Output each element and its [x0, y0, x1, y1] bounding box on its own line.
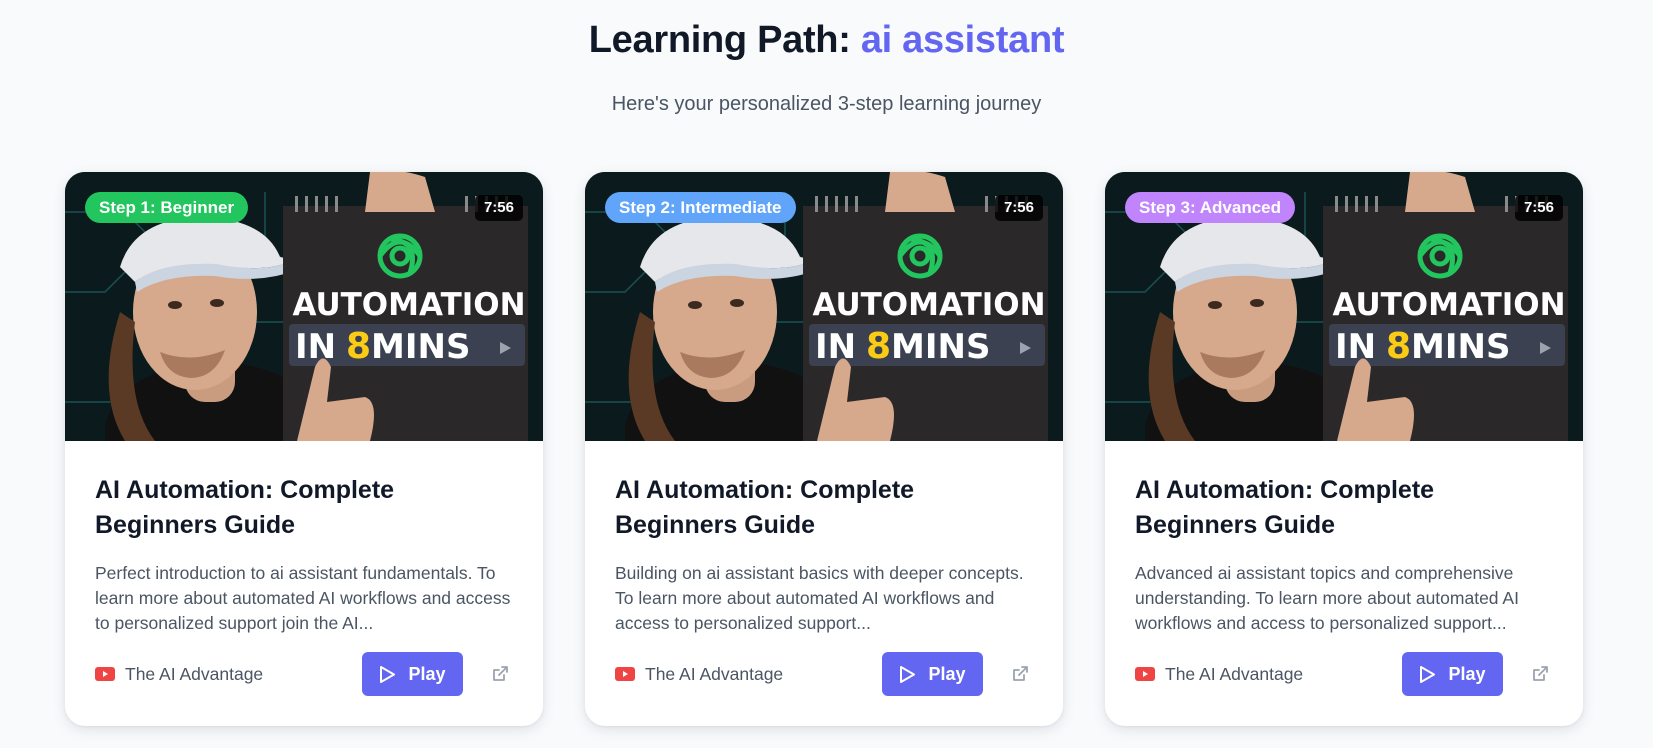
card-footer: The AI Advantage Play	[615, 652, 1033, 696]
play-button[interactable]: Play	[362, 652, 463, 696]
thumbnail-text-number: 8	[866, 326, 891, 367]
thumbnail-text-in: IN	[815, 327, 856, 367]
video-thumbnail[interactable]: AUTOMATION IN 8 MINS Step 1: Beginner 7:…	[65, 172, 543, 441]
video-thumbnail[interactable]: AUTOMATION IN 8 MINS Step 3: Advanced 7:…	[1105, 172, 1583, 441]
play-button-label: Play	[408, 663, 446, 684]
channel-name: The AI Advantage	[1165, 663, 1304, 684]
step-badge: Step 2: Intermediate	[605, 192, 796, 223]
thumbnail-text-line1: AUTOMATION	[292, 287, 525, 323]
page-title: Learning Path: ai assistant	[0, 18, 1653, 62]
external-link-glyph	[493, 666, 508, 681]
play-icon	[900, 665, 916, 683]
video-title: AI Automation: Complete Beginners Guide	[1135, 476, 1435, 539]
video-card-step-3: AUTOMATION IN 8 MINS Step 3: Advanced 7:…	[1105, 172, 1583, 726]
video-thumbnail[interactable]: AUTOMATION IN 8 MINS Step 2: Intermediat…	[585, 172, 1063, 441]
video-title: AI Automation: Complete Beginners Guide	[95, 476, 395, 539]
play-icon	[1420, 665, 1436, 683]
video-duration: 7:56	[1514, 195, 1563, 221]
card-body: AI Automation: Complete Beginners Guide …	[65, 441, 543, 636]
video-duration: 7:56	[994, 195, 1043, 221]
thumbnail-text-mins: MINS	[891, 327, 990, 367]
external-link-icon[interactable]	[487, 661, 513, 687]
card-body: AI Automation: Complete Beginners Guide …	[1105, 441, 1583, 636]
video-description: Perfect introduction to ai assistant fun…	[95, 563, 511, 633]
card-footer: The AI Advantage Play	[1135, 652, 1553, 696]
thumbnail-text-in: IN	[295, 327, 336, 367]
thumbnail-text-number: 8	[346, 326, 371, 367]
external-link-glyph	[1533, 666, 1548, 681]
learning-path-cards: AUTOMATION IN 8 MINS Step 1: Beginner 7:…	[65, 172, 1583, 726]
page-header: Learning Path: ai assistant Here's your …	[0, 0, 1653, 116]
video-description: Advanced ai assistant topics and compreh…	[1135, 563, 1519, 633]
page-title-topic: ai assistant	[860, 19, 1065, 61]
card-body: AI Automation: Complete Beginners Guide …	[585, 441, 1063, 636]
thumbnail-text-number: 8	[1386, 326, 1411, 367]
youtube-icon	[1135, 667, 1155, 681]
channel-name: The AI Advantage	[125, 663, 264, 684]
thumbnail-text-line1: AUTOMATION	[1332, 287, 1565, 323]
external-link-icon[interactable]	[1007, 661, 1033, 687]
external-link-icon[interactable]	[1527, 661, 1553, 687]
play-button-label: Play	[928, 663, 966, 684]
card-footer: The AI Advantage Play	[95, 652, 513, 696]
video-title: AI Automation: Complete Beginners Guide	[615, 476, 915, 539]
channel-name: The AI Advantage	[645, 663, 784, 684]
thumbnail-text-line1: AUTOMATION	[812, 287, 1045, 323]
channel-info: The AI Advantage	[95, 664, 263, 685]
play-icon	[380, 665, 396, 683]
play-button-label: Play	[1448, 663, 1486, 684]
video-card-step-2: AUTOMATION IN 8 MINS Step 2: Intermediat…	[585, 172, 1063, 726]
thumbnail-text-in: IN	[1335, 327, 1376, 367]
play-button[interactable]: Play	[1402, 652, 1503, 696]
page-title-prefix: Learning Path:	[588, 19, 861, 61]
play-button[interactable]: Play	[882, 652, 983, 696]
youtube-icon	[95, 667, 115, 681]
video-description: Building on ai assistant basics with dee…	[615, 563, 1024, 633]
channel-info: The AI Advantage	[1135, 664, 1303, 685]
video-card-step-1: AUTOMATION IN 8 MINS Step 1: Beginner 7:…	[65, 172, 543, 726]
video-duration: 7:56	[474, 195, 523, 221]
thumbnail-text-mins: MINS	[371, 327, 470, 367]
thumbnail-text-mins: MINS	[1411, 327, 1510, 367]
step-badge: Step 1: Beginner	[85, 192, 249, 223]
channel-info: The AI Advantage	[615, 664, 783, 685]
page-subtitle: Here's your personalized 3-step learning…	[611, 93, 1042, 115]
youtube-icon	[615, 667, 635, 681]
external-link-glyph	[1013, 666, 1028, 681]
step-badge: Step 3: Advanced	[1125, 192, 1296, 223]
